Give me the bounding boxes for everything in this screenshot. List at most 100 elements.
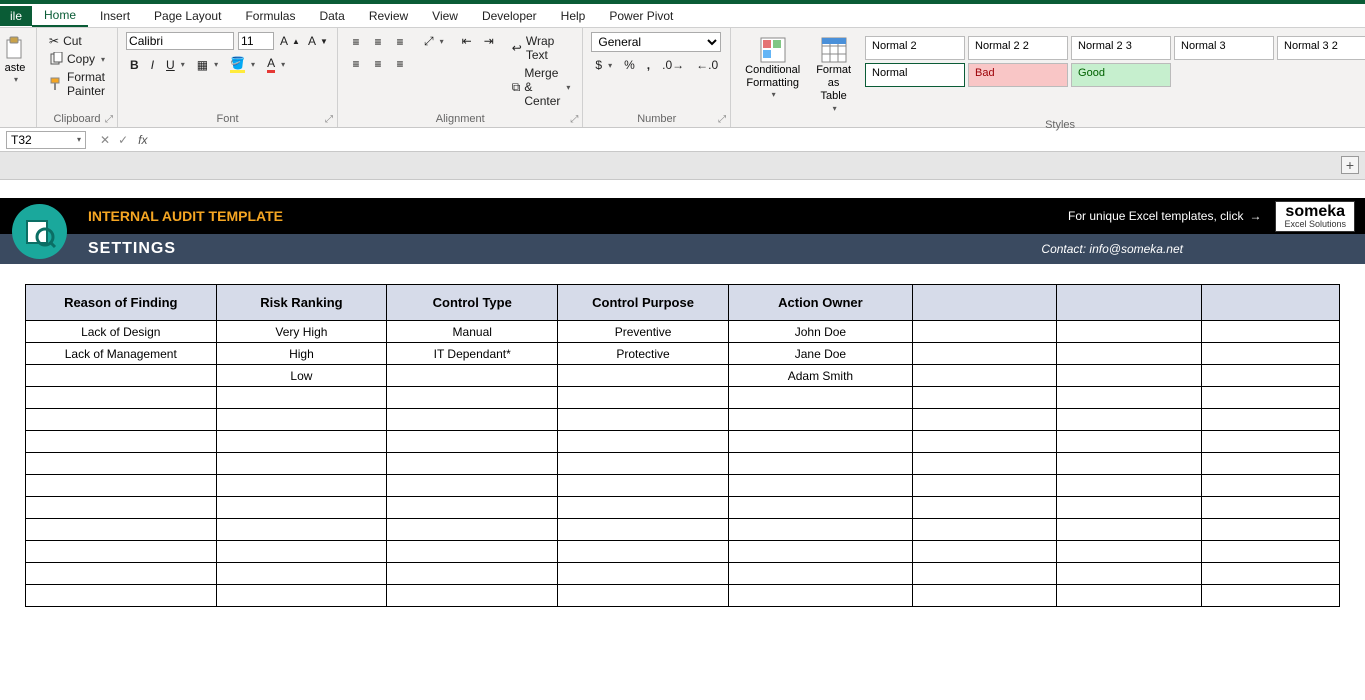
table-cell[interactable] <box>387 365 558 387</box>
enter-formula-icon[interactable]: ✓ <box>118 133 128 147</box>
table-cell[interactable] <box>387 475 558 497</box>
table-cell[interactable] <box>912 519 1057 541</box>
style-good[interactable]: Good <box>1071 63 1171 87</box>
paste-button[interactable]: aste▾ <box>2 32 28 89</box>
table-cell[interactable] <box>1201 321 1339 343</box>
table-cell[interactable] <box>1201 563 1339 585</box>
name-box[interactable]: T32▾ <box>6 131 86 149</box>
table-cell[interactable] <box>387 431 558 453</box>
table-cell[interactable] <box>216 387 387 409</box>
table-cell[interactable] <box>728 519 912 541</box>
table-cell[interactable] <box>216 541 387 563</box>
accounting-button[interactable]: $▾ <box>591 56 616 74</box>
table-cell[interactable] <box>912 431 1057 453</box>
table-cell[interactable] <box>26 541 217 563</box>
table-cell[interactable]: Preventive <box>558 321 729 343</box>
table-cell[interactable] <box>912 541 1057 563</box>
table-cell[interactable] <box>912 563 1057 585</box>
table-cell[interactable] <box>387 519 558 541</box>
table-row[interactable] <box>26 585 1340 607</box>
align-top-button[interactable]: ≡ <box>346 32 366 52</box>
col-header[interactable]: Risk Ranking <box>216 285 387 321</box>
table-cell[interactable] <box>1201 387 1339 409</box>
font-color-button[interactable]: A▾ <box>263 54 289 75</box>
table-cell[interactable] <box>728 563 912 585</box>
table-cell[interactable] <box>26 475 217 497</box>
table-cell[interactable] <box>912 585 1057 607</box>
table-cell[interactable] <box>1057 563 1202 585</box>
table-cell[interactable] <box>912 387 1057 409</box>
table-cell[interactable] <box>1201 585 1339 607</box>
align-center-button[interactable]: ≡ <box>368 54 388 74</box>
table-cell[interactable] <box>1201 541 1339 563</box>
tab-insert[interactable]: Insert <box>88 6 142 26</box>
tab-home[interactable]: Home <box>32 5 88 27</box>
tab-page-layout[interactable]: Page Layout <box>142 6 233 26</box>
col-header[interactable]: Control Type <box>387 285 558 321</box>
table-cell[interactable] <box>912 409 1057 431</box>
underline-button[interactable]: U▾ <box>162 56 189 74</box>
table-row[interactable] <box>26 431 1340 453</box>
table-cell[interactable] <box>912 321 1057 343</box>
table-cell[interactable] <box>216 585 387 607</box>
table-cell[interactable] <box>912 365 1057 387</box>
table-cell[interactable] <box>26 585 217 607</box>
table-cell[interactable] <box>1057 541 1202 563</box>
style-bad[interactable]: Bad <box>968 63 1068 87</box>
table-cell[interactable]: Protective <box>558 343 729 365</box>
table-cell[interactable] <box>728 453 912 475</box>
table-cell[interactable] <box>387 563 558 585</box>
table-cell[interactable] <box>1057 585 1202 607</box>
table-cell[interactable] <box>1057 453 1202 475</box>
table-cell[interactable] <box>1201 343 1339 365</box>
col-header[interactable]: Reason of Finding <box>26 285 217 321</box>
table-row[interactable] <box>26 519 1340 541</box>
table-cell[interactable] <box>26 365 217 387</box>
table-cell[interactable] <box>387 409 558 431</box>
font-name-combo[interactable] <box>126 32 234 50</box>
decrease-decimal-button[interactable]: ←.0 <box>692 56 722 74</box>
table-cell[interactable]: Adam Smith <box>728 365 912 387</box>
table-cell[interactable] <box>728 585 912 607</box>
table-cell[interactable] <box>26 431 217 453</box>
tab-developer[interactable]: Developer <box>470 6 549 26</box>
bold-button[interactable]: B <box>126 56 143 74</box>
table-cell[interactable] <box>558 519 729 541</box>
table-cell[interactable] <box>387 497 558 519</box>
table-row[interactable]: Lack of DesignVery HighManualPreventiveJ… <box>26 321 1340 343</box>
table-cell[interactable] <box>728 409 912 431</box>
table-cell[interactable] <box>558 541 729 563</box>
tab-review[interactable]: Review <box>357 6 420 26</box>
table-cell[interactable]: Jane Doe <box>728 343 912 365</box>
table-cell[interactable] <box>1057 519 1202 541</box>
wrap-text-button[interactable]: ↩Wrap Text <box>508 32 575 64</box>
increase-decimal-button[interactable]: .0→ <box>658 56 688 74</box>
comma-button[interactable]: , <box>643 56 654 74</box>
expand-formula-bar-icon[interactable]: + <box>1341 156 1359 174</box>
table-row[interactable] <box>26 497 1340 519</box>
copy-button[interactable]: Copy▾ <box>45 50 109 68</box>
increase-font-button[interactable]: A▲ <box>278 34 302 48</box>
col-header[interactable]: Action Owner <box>728 285 912 321</box>
table-cell[interactable] <box>387 541 558 563</box>
formula-input[interactable] <box>151 131 1365 149</box>
fill-color-button[interactable]: 🪣▾ <box>226 54 259 75</box>
table-cell[interactable] <box>1201 409 1339 431</box>
table-cell[interactable] <box>1057 497 1202 519</box>
col-header[interactable] <box>1057 285 1202 321</box>
style-normal-2-3[interactable]: Normal 2 3 <box>1071 36 1171 60</box>
table-cell[interactable] <box>1057 343 1202 365</box>
table-cell[interactable] <box>558 431 729 453</box>
table-cell[interactable] <box>1057 365 1202 387</box>
table-row[interactable] <box>26 387 1340 409</box>
format-as-table-button[interactable]: Format as Table▾ <box>810 32 857 117</box>
table-cell[interactable] <box>558 585 729 607</box>
table-cell[interactable] <box>912 453 1057 475</box>
tab-power-pivot[interactable]: Power Pivot <box>597 6 685 26</box>
table-row[interactable]: LowAdam Smith <box>26 365 1340 387</box>
table-cell[interactable]: Lack of Design <box>26 321 217 343</box>
percent-button[interactable]: % <box>620 56 639 74</box>
table-row[interactable] <box>26 453 1340 475</box>
table-cell[interactable] <box>728 497 912 519</box>
table-cell[interactable] <box>558 365 729 387</box>
